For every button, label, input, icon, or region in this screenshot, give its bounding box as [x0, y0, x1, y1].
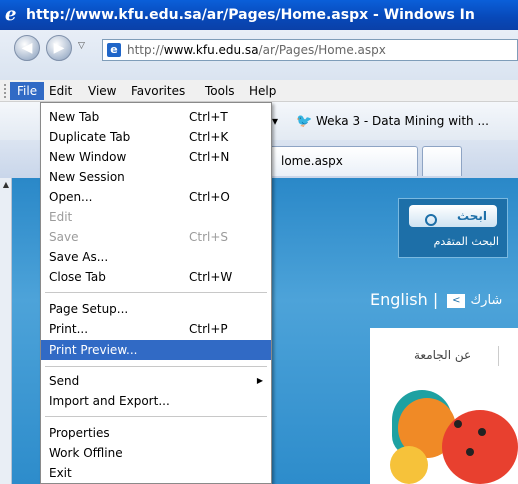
file-menu-new-session[interactable]: New Session	[41, 167, 271, 187]
menu-item-label: Duplicate Tab	[49, 130, 131, 144]
menu-item-label: Edit	[49, 210, 73, 224]
lang-separator: |	[432, 290, 439, 309]
file-menu-print[interactable]: Print... Ctrl+P	[41, 319, 271, 339]
file-menu-properties[interactable]: Properties	[41, 423, 271, 443]
menu-separator	[45, 292, 267, 293]
menu-item-shortcut: Ctrl+N	[189, 150, 230, 164]
file-menu-open[interactable]: Open... Ctrl+O	[41, 187, 271, 207]
file-menu-send[interactable]: Send ▶	[41, 371, 271, 391]
menu-item-label: Open...	[49, 190, 93, 204]
menu-item-label: New Window	[49, 150, 127, 164]
favorite-link-label: Weka 3 - Data Mining with ...	[316, 114, 489, 128]
menu-item-label: Print Preview...	[49, 343, 138, 357]
address-toolbar: ◀ ▶ ▽ e http://www.kfu.edu.sa/ar/Pages/H…	[0, 30, 518, 84]
menu-view[interactable]: View	[81, 82, 123, 100]
history-dropdown-icon[interactable]: ▽	[78, 41, 85, 51]
decorative-dot	[478, 428, 486, 436]
toolbar-grip[interactable]	[4, 84, 6, 98]
left-scroll-strip: ▲	[0, 178, 12, 484]
ie-logo-icon: ℯ	[5, 4, 17, 25]
new-tab-button[interactable]	[422, 146, 462, 176]
file-menu-edit: Edit	[41, 207, 271, 227]
language-row: English | < شارك	[370, 290, 502, 309]
menu-bar: File Edit View Favorites Tools Help	[0, 80, 518, 102]
page-icon: e	[107, 43, 121, 57]
forward-arrow-icon: ▶	[53, 40, 65, 56]
decorative-shape-yellow	[390, 446, 428, 484]
file-menu-save: Save Ctrl+S	[41, 227, 271, 247]
decorative-dot	[454, 420, 462, 428]
back-button[interactable]: ◀	[14, 35, 40, 61]
address-bar[interactable]: e http://www.kfu.edu.sa/ar/Pages/Home.as…	[102, 39, 518, 61]
menu-item-shortcut: Ctrl+T	[189, 110, 228, 124]
menu-item-label: Send	[49, 374, 80, 388]
url-domain: www.kfu.edu.sa	[163, 43, 259, 57]
nav-divider	[498, 346, 499, 366]
url-prefix: http://	[127, 43, 164, 57]
menu-item-label: Close Tab	[49, 270, 106, 284]
file-menu-new-tab[interactable]: New Tab Ctrl+T	[41, 107, 271, 127]
links-dropdown-arrow-icon[interactable]: ▾	[272, 114, 278, 128]
menu-separator	[45, 416, 267, 417]
decorative-shape-red	[442, 410, 518, 484]
file-menu-duplicate-tab[interactable]: Duplicate Tab Ctrl+K	[41, 127, 271, 147]
menu-item-label: Save As...	[49, 250, 109, 264]
share-icon[interactable]: <	[447, 293, 466, 308]
menu-file[interactable]: File	[10, 82, 45, 100]
menu-item-shortcut: Ctrl+O	[189, 190, 230, 204]
file-menu-close-tab[interactable]: Close Tab Ctrl+W	[41, 267, 271, 287]
menu-item-label: Save	[49, 230, 79, 244]
menu-item-label: Exit	[49, 466, 72, 480]
menu-help[interactable]: Help	[242, 82, 283, 100]
menu-item-label: Page Setup...	[49, 302, 129, 316]
menu-item-label: New Session	[49, 170, 125, 184]
forward-button[interactable]: ▶	[46, 35, 72, 61]
file-menu-save-as[interactable]: Save As...	[41, 247, 271, 267]
search-panel: ابحث البحث المتقدم	[398, 198, 508, 258]
weka-bird-icon: 🐦	[296, 114, 313, 129]
menu-item-label: Print...	[49, 322, 89, 336]
decorative-dot	[466, 448, 474, 456]
share-label[interactable]: شارك	[470, 293, 502, 308]
file-menu-import-export[interactable]: Import and Export...	[41, 391, 271, 411]
search-icon	[425, 214, 437, 226]
menu-separator	[45, 366, 267, 367]
url-path: /ar/Pages/Home.aspx	[258, 43, 386, 57]
scroll-up-arrow-icon[interactable]: ▲	[1, 180, 11, 192]
back-arrow-icon: ◀	[21, 40, 33, 56]
about-university-link[interactable]: عن الجامعة	[414, 348, 471, 362]
content-panel: عن الجامعة	[370, 328, 518, 484]
file-menu-work-offline[interactable]: Work Offline	[41, 443, 271, 463]
menu-item-shortcut: Ctrl+K	[189, 130, 229, 144]
window-title-bar: ℯ http://www.kfu.edu.sa/ar/Pages/Home.as…	[0, 0, 518, 30]
file-menu-dropdown: New Tab Ctrl+T Duplicate Tab Ctrl+K New …	[40, 102, 272, 484]
file-menu-new-window[interactable]: New Window Ctrl+N	[41, 147, 271, 167]
menu-tools[interactable]: Tools	[198, 82, 242, 100]
menu-item-label: Work Offline	[49, 446, 123, 460]
english-link[interactable]: English	[370, 290, 428, 309]
search-button-label: ابحث	[457, 209, 487, 223]
menu-edit[interactable]: Edit	[42, 82, 79, 100]
file-menu-print-preview[interactable]: Print Preview...	[41, 340, 271, 360]
submenu-arrow-icon: ▶	[256, 376, 263, 385]
menu-item-shortcut: Ctrl+P	[189, 322, 228, 336]
advanced-search-link[interactable]: البحث المتقدم	[434, 235, 499, 248]
menu-favorites[interactable]: Favorites	[124, 82, 192, 100]
window-title: http://www.kfu.edu.sa/ar/Pages/Home.aspx…	[26, 7, 475, 23]
menu-item-label: New Tab	[49, 110, 100, 124]
menu-item-label: Properties	[49, 426, 110, 440]
menu-item-shortcut: Ctrl+W	[189, 270, 233, 284]
favorite-link-weka[interactable]: 🐦 Weka 3 - Data Mining with ...	[296, 114, 489, 129]
search-button[interactable]: ابحث	[409, 205, 497, 227]
menu-item-shortcut: Ctrl+S	[189, 230, 229, 244]
file-menu-page-setup[interactable]: Page Setup...	[41, 299, 271, 319]
menu-item-label: Import and Export...	[49, 394, 170, 408]
file-menu-exit[interactable]: Exit	[41, 463, 271, 483]
